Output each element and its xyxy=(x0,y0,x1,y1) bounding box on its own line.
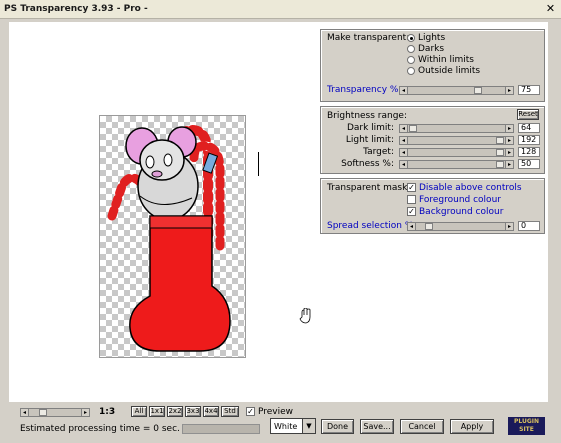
zoom-2x2-button[interactable]: 2x2 xyxy=(167,406,183,417)
radio-outside-limits-label: Outside limits xyxy=(418,66,481,76)
hand-cursor-icon xyxy=(299,308,311,324)
radio-within-limits-label: Within limits xyxy=(418,55,474,65)
brightness-range-panel: Brightness range: Reset Dark limit: ◂ ▸ … xyxy=(320,106,545,174)
background-colour-checkbox[interactable]: ✓ xyxy=(407,207,416,216)
target-slider[interactable]: ◂ ▸ xyxy=(399,148,514,157)
slider-thumb[interactable] xyxy=(496,161,504,168)
preview-label: Preview xyxy=(258,407,294,417)
zoom-level: 1:3 xyxy=(99,407,116,417)
zoom-std-button[interactable]: Std xyxy=(221,406,239,417)
transparency-value[interactable]: 75 xyxy=(518,85,540,95)
radio-outside-limits[interactable] xyxy=(407,67,415,75)
radio-darks[interactable] xyxy=(407,45,415,53)
slider-thumb[interactable] xyxy=(39,409,47,416)
radio-within-limits[interactable] xyxy=(407,56,415,64)
logo-line-1: PLUGIN xyxy=(513,418,540,425)
slider-right-arrow-icon[interactable]: ▸ xyxy=(81,408,90,417)
make-transparent-panel: Make transparent: Lights Darks Within li… xyxy=(320,29,545,102)
target-value[interactable]: 128 xyxy=(518,147,540,157)
light-limit-slider[interactable]: ◂ ▸ xyxy=(399,136,514,145)
spread-selection-value[interactable]: 0 xyxy=(518,221,540,231)
slider-left-arrow-icon[interactable]: ◂ xyxy=(399,136,408,145)
slider-left-arrow-icon[interactable]: ◂ xyxy=(399,124,408,133)
make-transparent-label: Make transparent: xyxy=(327,33,410,43)
close-icon[interactable]: ✕ xyxy=(544,2,557,15)
disable-controls-label: Disable above controls xyxy=(419,183,522,193)
slider-thumb[interactable] xyxy=(496,137,504,144)
zoom-1x1-button[interactable]: 1x1 xyxy=(149,406,165,417)
softness-value[interactable]: 50 xyxy=(518,159,540,169)
zoom-3x3-button[interactable]: 3x3 xyxy=(185,406,201,417)
preview-image xyxy=(99,115,246,358)
dark-limit-value[interactable]: 64 xyxy=(518,123,540,133)
transparency-slider[interactable]: ◂ ▸ xyxy=(399,86,514,95)
foreground-colour-checkbox[interactable] xyxy=(407,195,416,204)
zoom-slider[interactable]: ◂ ▸ xyxy=(20,408,90,417)
slider-left-arrow-icon[interactable]: ◂ xyxy=(20,408,29,417)
foreground-colour-label: Foreground colour xyxy=(419,195,501,205)
cancel-button[interactable]: Cancel xyxy=(400,419,444,434)
preview-marker xyxy=(258,152,259,176)
background-select[interactable]: White ▼ xyxy=(270,418,316,434)
title-bar: PS Transparency 3.93 - Pro - ✕ xyxy=(0,0,561,19)
disable-controls-checkbox[interactable]: ✓ xyxy=(407,183,416,192)
slider-thumb[interactable] xyxy=(425,223,433,230)
slider-thumb[interactable] xyxy=(474,87,482,94)
status-text: Estimated processing time = 0 sec. xyxy=(20,424,180,434)
zoom-4x4-button[interactable]: 4x4 xyxy=(203,406,219,417)
slider-left-arrow-icon[interactable]: ◂ xyxy=(407,222,416,231)
slider-right-arrow-icon[interactable]: ▸ xyxy=(505,222,514,231)
softness-label: Softness %: xyxy=(341,159,394,169)
dark-limit-label: Dark limit: xyxy=(346,123,394,133)
stocking-mouse-illustration xyxy=(107,124,231,352)
transparency-label: Transparency %: xyxy=(327,85,402,95)
slider-right-arrow-icon[interactable]: ▸ xyxy=(505,160,514,169)
background-select-value: White xyxy=(274,422,298,431)
brightness-range-label: Brightness range: xyxy=(327,111,408,121)
preview-canvas[interactable]: Make transparent: Lights Darks Within li… xyxy=(9,22,548,402)
radio-darks-label: Darks xyxy=(418,44,445,54)
spread-selection-slider[interactable]: ◂ ▸ xyxy=(407,222,514,231)
transparent-mask-label: Transparent mask: xyxy=(327,183,411,193)
softness-slider[interactable]: ◂ ▸ xyxy=(399,160,514,169)
light-limit-label: Light limit: xyxy=(345,135,394,145)
preview-checkbox[interactable]: ✓ xyxy=(246,407,255,416)
logo-line-2: SITE xyxy=(519,426,534,433)
dark-limit-slider[interactable]: ◂ ▸ xyxy=(399,124,514,133)
plugin-site-logo[interactable]: PLUGIN SITE xyxy=(508,417,545,435)
target-label: Target: xyxy=(363,147,394,157)
background-colour-label: Background colour xyxy=(419,207,504,217)
window-title: PS Transparency 3.93 - Pro - xyxy=(4,4,148,14)
slider-right-arrow-icon[interactable]: ▸ xyxy=(505,124,514,133)
slider-left-arrow-icon[interactable]: ◂ xyxy=(399,86,408,95)
radio-lights-label: Lights xyxy=(418,33,446,43)
slider-thumb[interactable] xyxy=(496,149,504,156)
save-button[interactable]: Save... xyxy=(360,419,394,434)
apply-button[interactable]: Apply xyxy=(450,419,494,434)
slider-thumb[interactable] xyxy=(409,125,417,132)
progress-bar xyxy=(182,424,260,434)
slider-right-arrow-icon[interactable]: ▸ xyxy=(505,86,514,95)
zoom-all-button[interactable]: All xyxy=(131,406,147,417)
chevron-down-icon[interactable]: ▼ xyxy=(302,418,316,434)
radio-lights[interactable] xyxy=(407,34,415,42)
slider-right-arrow-icon[interactable]: ▸ xyxy=(505,136,514,145)
spread-selection-label: Spread selection %: xyxy=(327,221,417,231)
transparent-mask-panel: Transparent mask: ✓ Disable above contro… xyxy=(320,178,545,234)
slider-right-arrow-icon[interactable]: ▸ xyxy=(505,148,514,157)
slider-left-arrow-icon[interactable]: ◂ xyxy=(399,160,408,169)
light-limit-value[interactable]: 192 xyxy=(518,135,540,145)
slider-left-arrow-icon[interactable]: ◂ xyxy=(399,148,408,157)
reset-button[interactable]: Reset xyxy=(517,109,539,120)
done-button[interactable]: Done xyxy=(321,419,354,434)
